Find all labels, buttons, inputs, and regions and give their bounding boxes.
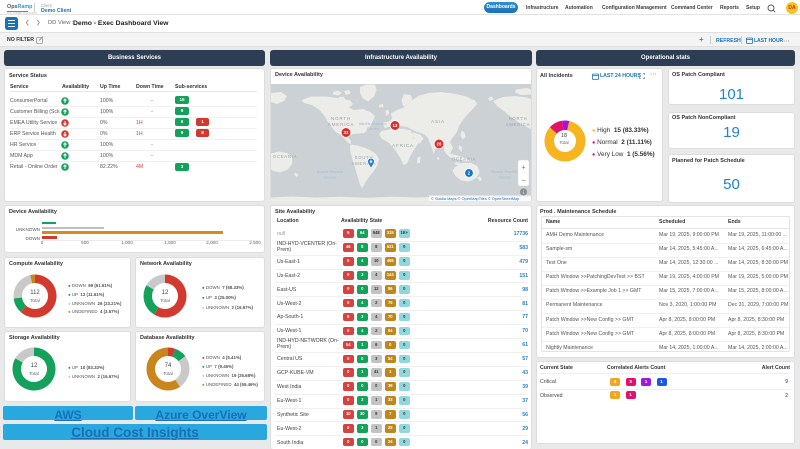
svg-text:Ocean: Ocean [367,127,380,131]
svg-text:33: 33 [344,130,349,135]
svg-text:+: + [521,165,525,172]
svg-text:© Stadia Maps © OpenMapTiles ©: © Stadia Maps © OpenMapTiles © OpenStree… [431,196,519,201]
svg-text:South Pacific: South Pacific [492,170,519,174]
svg-text:−: − [521,178,525,185]
svg-text:26: 26 [437,142,442,147]
svg-text:13: 13 [393,123,398,128]
svg-text:OCEANIA: OCEANIA [273,154,297,159]
svg-text:North Atlantic: North Atlantic [359,122,387,126]
svg-text:AFRICA: AFRICA [392,143,414,148]
svg-text:NORTH: NORTH [509,116,528,121]
svg-text:AMERICA: AMERICA [328,122,355,127]
svg-text:AMERICA: AMERICA [506,122,531,127]
svg-text:South Pacific: South Pacific [317,170,344,174]
svg-text:Ocean: Ocean [324,176,337,180]
svg-text:ASIA: ASIA [431,119,445,124]
svg-text:NORTH: NORTH [331,116,351,121]
svg-text:Ocean: Ocean [499,176,512,180]
svg-text:i: i [523,190,524,195]
svg-text:OCEANIA: OCEANIA [452,157,476,162]
